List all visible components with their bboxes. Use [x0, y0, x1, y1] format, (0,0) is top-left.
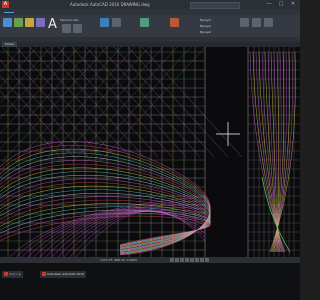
color-select[interactable]: ByLayer	[200, 18, 211, 22]
text-tool-icon[interactable]: A	[48, 18, 57, 31]
linetype-select[interactable]: ByLayer	[200, 24, 211, 28]
copy-tool-icon[interactable]	[73, 24, 82, 33]
diagonal-line	[0, 47, 80, 134]
otrack-toggle-icon[interactable]	[195, 258, 199, 262]
utilities-icon[interactable]	[240, 18, 249, 27]
section-curve	[270, 51, 293, 253]
clipboard-icon[interactable]	[252, 18, 261, 27]
snap-toggle-icon[interactable]	[175, 258, 179, 262]
osnap-toggle-icon[interactable]	[190, 258, 194, 262]
minimize-button[interactable]: —	[264, 0, 274, 9]
explore-links-label[interactable]: Explore Links	[60, 18, 79, 22]
profile-curves	[0, 141, 211, 257]
polyline-tool-icon[interactable]	[14, 18, 23, 27]
taskbar-item-paint[interactable]: ペイント	[2, 271, 24, 278]
maximize-button[interactable]: □	[276, 0, 286, 9]
section-curve	[249, 51, 286, 253]
search-input[interactable]	[190, 2, 240, 9]
polar-toggle-icon[interactable]	[185, 258, 189, 262]
drawing-canvas[interactable]	[0, 47, 300, 257]
ortho-toggle-icon[interactable]	[180, 258, 184, 262]
autocad-logo-icon[interactable]: A	[2, 1, 9, 8]
properties-icon[interactable]	[170, 18, 179, 27]
tab-home[interactable]	[4, 12, 14, 13]
paint-app-icon	[4, 272, 8, 276]
ribbon-panel: A Explore Links ByLayer ByLayer ByLayer	[0, 15, 300, 38]
taskbar: ペイント Autodesk AutoCAD 2016	[0, 269, 300, 300]
line-tool-icon[interactable]	[3, 18, 12, 27]
diagonal-line	[0, 47, 94, 150]
crosshair-cursor	[216, 122, 240, 146]
grid-toggle-icon[interactable]	[170, 258, 174, 262]
window-title: Autodesk AutoCAD 2016 DRAWING.dwg	[70, 2, 150, 7]
diagonal-line	[0, 47, 66, 119]
close-button[interactable]: ✕	[288, 0, 298, 9]
view-icon[interactable]	[264, 18, 273, 27]
diagonal-line	[0, 59, 89, 158]
taskbar-item-autocad[interactable]: Autodesk AutoCAD 2016	[40, 271, 86, 278]
layer-properties-icon[interactable]	[100, 18, 109, 27]
grid-lines	[0, 47, 249, 257]
layer-state-icon[interactable]	[112, 18, 121, 27]
circle-tool-icon[interactable]	[25, 18, 34, 27]
block-insert-icon[interactable]	[140, 18, 149, 27]
arc-tool-icon[interactable]	[36, 18, 45, 27]
lineweight-toggle-icon[interactable]	[200, 258, 204, 262]
diagonal-line	[0, 47, 52, 104]
section-curve	[269, 51, 296, 253]
annotation-scale-icon[interactable]	[205, 258, 209, 262]
autocad-app-icon	[42, 272, 46, 276]
right-view-curves	[248, 47, 300, 257]
cad-drawing	[0, 47, 300, 257]
section-curve	[252, 51, 285, 253]
modify-tool-icon[interactable]	[62, 24, 71, 33]
lineweight-select[interactable]: ByLayer	[200, 30, 211, 34]
